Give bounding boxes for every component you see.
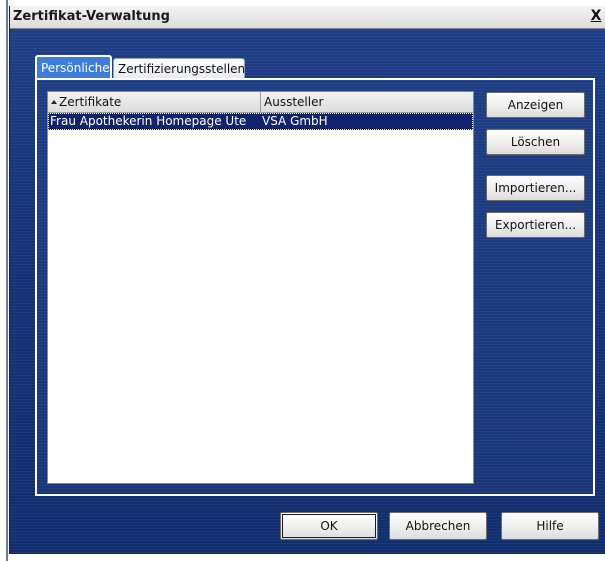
sort-ascending-icon	[51, 100, 57, 104]
tab-panel: Zertifikate Aussteller Frau Apothekerin …	[35, 78, 595, 496]
column-header-issuer[interactable]: Aussteller	[261, 92, 473, 112]
certificate-issuer: VSA GmbH	[262, 114, 328, 128]
list-header: Zertifikate Aussteller	[48, 92, 473, 113]
tab-certification-authorities[interactable]: Zertifizierungsstellen	[113, 58, 245, 79]
screen: Zertifikat-Verwaltung X Persönliche Zert…	[0, 0, 605, 561]
title-bar[interactable]: Zertifikat-Verwaltung X	[10, 6, 605, 29]
column-header-issuer-label: Aussteller	[264, 95, 324, 109]
certificate-name: Frau Apothekerin Homepage Ute	[50, 114, 247, 128]
view-button[interactable]: Anzeigen	[486, 92, 585, 118]
column-header-certificates-label: Zertifikate	[59, 95, 122, 109]
background-edge-line	[6, 0, 8, 561]
table-row[interactable]: Frau Apothekerin Homepage Ute VSA GmbH	[48, 113, 473, 130]
export-button[interactable]: Exportieren...	[486, 212, 585, 238]
delete-button[interactable]: Löschen	[486, 129, 585, 155]
window-title: Zertifikat-Verwaltung	[13, 9, 170, 24]
import-button[interactable]: Importieren...	[486, 175, 585, 201]
certificate-manager-dialog: Zertifikat-Verwaltung X Persönliche Zert…	[9, 6, 605, 554]
tab-personal[interactable]: Persönliche	[35, 55, 112, 79]
help-button[interactable]: Hilfe	[501, 512, 599, 540]
close-button[interactable]: X	[588, 8, 604, 25]
cancel-button[interactable]: Abbrechen	[389, 512, 487, 540]
certificate-list[interactable]: Zertifikate Aussteller Frau Apothekerin …	[47, 91, 474, 484]
tab-panel-body: Zertifikate Aussteller Frau Apothekerin …	[37, 80, 593, 494]
column-header-certificates[interactable]: Zertifikate	[48, 92, 261, 112]
ok-button[interactable]: OK	[280, 512, 378, 540]
